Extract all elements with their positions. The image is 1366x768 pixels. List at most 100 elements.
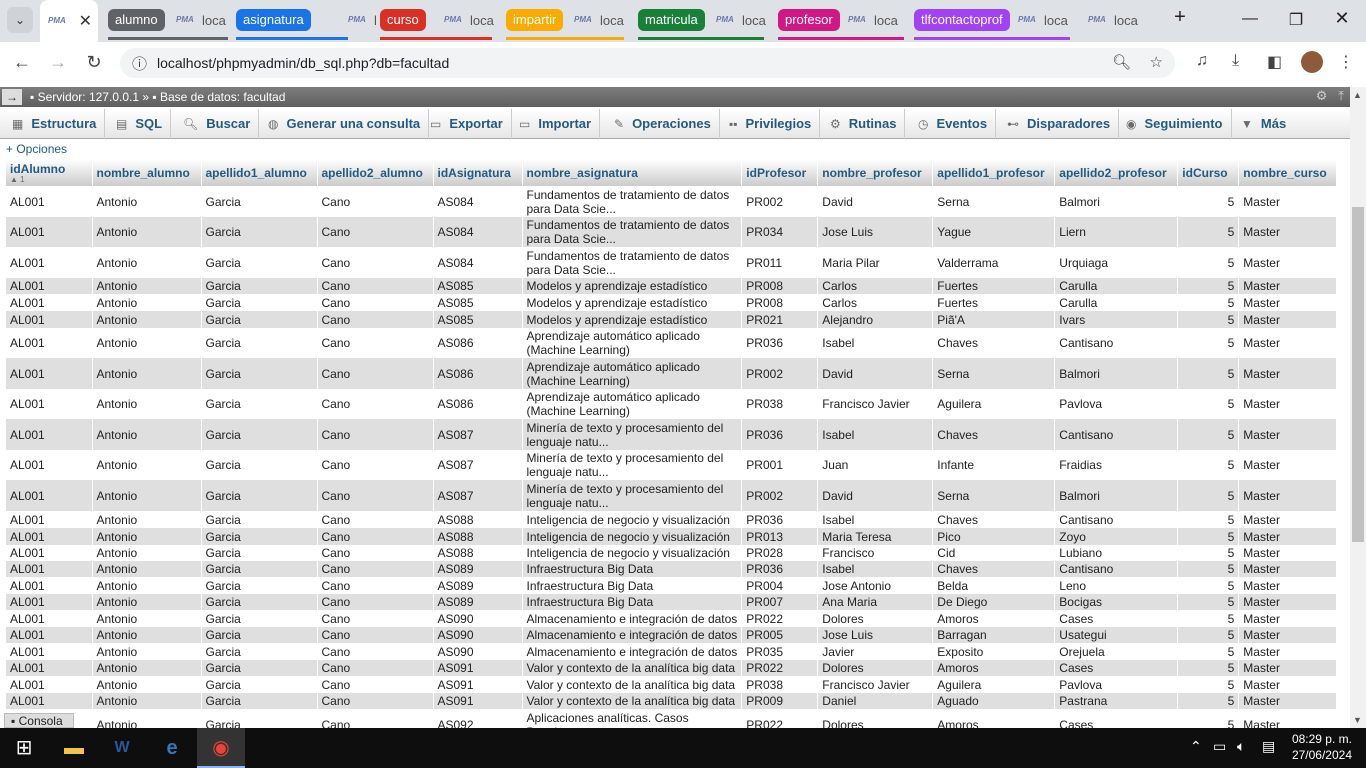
column-header-idprofesor[interactable]: idProfesor bbox=[741, 159, 819, 186]
close-tab-icon[interactable]: ✕ bbox=[79, 11, 92, 31]
forward-button[interactable]: → bbox=[47, 52, 69, 73]
scroll-thumb[interactable] bbox=[1352, 207, 1364, 542]
tab-group-label[interactable]: asignatura bbox=[236, 9, 311, 31]
tab[interactable]: PMA loca bbox=[168, 0, 228, 40]
menu-seguimiento[interactable]: ◉ Seguimiento bbox=[1126, 109, 1232, 139]
edge-icon[interactable]: e bbox=[148, 728, 196, 768]
tab-group-label[interactable]: alumno bbox=[108, 9, 165, 31]
tab-active[interactable]: PMA ✕ bbox=[40, 0, 98, 42]
menu-rutinas[interactable]: ⚙ Rutinas bbox=[830, 109, 906, 139]
table-row[interactable]: AL001 Antonio Garcia Cano AS087 Minería de te… bbox=[6, 480, 1338, 511]
scroll-up-icon[interactable]: ▲ bbox=[1353, 90, 1362, 100]
menu-disparadores[interactable]: ⊷ Disparadores bbox=[1007, 109, 1120, 139]
menu-importar[interactable]: ▭ Importar bbox=[519, 109, 601, 139]
tab[interactable]: PMA loca bbox=[566, 0, 630, 40]
table-row[interactable]: AL001 Antonio Garcia Cano AS088 Inteligencia … bbox=[6, 511, 1338, 528]
table-row[interactable]: AL001 Antonio Garcia Cano AS084 Fundamentos d… bbox=[6, 217, 1338, 247]
console-toggle[interactable]: ▪ Consola bbox=[4, 713, 74, 728]
table-row[interactable]: AL001 Antonio Garcia Cano AS084 Fundamentos d… bbox=[6, 186, 1338, 217]
menu-sql[interactable]: ▤ SQL bbox=[116, 109, 172, 139]
table-row[interactable]: AL001 Antonio Garcia Cano AS091 Valor y conte… bbox=[6, 660, 1338, 676]
table-row[interactable]: AL001 Antonio Garcia Cano AS086 Aprendizaje a… bbox=[6, 328, 1338, 358]
table-row[interactable]: AL001 Antonio Garcia Cano AS085 Modelos y apr… bbox=[6, 311, 1338, 328]
table-row[interactable]: AL001 Antonio Garcia Cano AS085 Modelos y apr… bbox=[6, 278, 1338, 294]
windows-start-icon[interactable]: ⊞ bbox=[0, 728, 48, 768]
zoom-icon[interactable]: 🔍︎ bbox=[1112, 53, 1131, 71]
table-row[interactable]: AL001 Antonio Garcia Cano AS086 Aprendizaje a… bbox=[6, 358, 1338, 389]
table-row[interactable]: AL001 Antonio Garcia Cano AS088 Inteligencia … bbox=[6, 528, 1338, 545]
tab[interactable]: PMA loca bbox=[340, 0, 376, 40]
network-icon[interactable]: ▭ bbox=[1213, 738, 1226, 755]
tab[interactable]: PMA loca bbox=[436, 0, 498, 40]
column-header-idalumno[interactable]: idAlumno ▲ 1 bbox=[6, 159, 93, 186]
side-panel-icon[interactable]: ◧ bbox=[1267, 52, 1282, 72]
table-row[interactable]: AL001 Antonio Garcia Cano AS090 Almacenamient… bbox=[6, 610, 1338, 627]
options-link[interactable]: + Opciones bbox=[6, 142, 67, 156]
table-row[interactable]: AL001 Antonio Garcia Cano AS090 Almacenamient… bbox=[6, 627, 1338, 643]
tab[interactable]: PMA loca bbox=[708, 0, 772, 40]
table-row[interactable]: AL001 Antonio Garcia Cano AS087 Minería de te… bbox=[6, 419, 1338, 450]
column-header-idasignatura[interactable]: idAsignatura bbox=[433, 159, 523, 186]
table-row[interactable]: AL001AntonioGarciaCanoAS092Aplicaciones … bbox=[6, 709, 1338, 728]
tab-group-label[interactable]: curso bbox=[380, 9, 426, 31]
table-row[interactable]: AL001 Antonio Garcia Cano AS091 Valor y conte… bbox=[6, 693, 1338, 709]
table-row[interactable]: AL001 Antonio Garcia Cano AS084 Fundamentos d… bbox=[6, 247, 1338, 278]
maximize-button[interactable]: ❐ bbox=[1276, 10, 1316, 30]
show-hidden-icons-icon[interactable]: ⌃ bbox=[1190, 738, 1202, 755]
column-header-apellido1-alumno[interactable]: apellido1_alumno bbox=[201, 159, 318, 186]
collapse-top-icon[interactable]: ⤒ bbox=[1338, 88, 1344, 103]
notifications-icon[interactable]: ▤ bbox=[1262, 738, 1275, 755]
collapse-navigation-icon[interactable]: → bbox=[2, 89, 22, 105]
breadcrumb-server[interactable]: Servidor: 127.0.0.1 » bbox=[38, 90, 149, 104]
tab[interactable]: PMA loca bbox=[840, 0, 904, 40]
tab-group-label[interactable]: profesor bbox=[778, 9, 840, 31]
column-header-apellido1-profesor[interactable]: apellido1_profesor bbox=[932, 159, 1056, 186]
file-explorer-icon[interactable]: ▬ bbox=[50, 728, 98, 768]
chrome-menu-icon[interactable]: ⋮ bbox=[1338, 52, 1354, 72]
url-text[interactable]: localhost/phpmyadmin/db_sql.php?db=facul… bbox=[157, 55, 449, 71]
minimize-button[interactable]: — bbox=[1230, 10, 1270, 28]
column-header-apellido2-profesor[interactable]: apellido2_profesor bbox=[1054, 159, 1179, 186]
tab[interactable]: PMA loca bbox=[1080, 0, 1142, 40]
menu-generar-una-consulta[interactable]: ◍ Generar una consulta bbox=[268, 109, 430, 139]
menu-operaciones[interactable]: ✎ Operaciones bbox=[614, 109, 720, 139]
tab-group-label[interactable]: matricula bbox=[638, 9, 705, 31]
menu-privilegios[interactable]: ▪▪ Privilegios bbox=[729, 109, 821, 139]
menu-eventos[interactable]: ◷ Eventos bbox=[918, 109, 997, 139]
scroll-down-icon[interactable]: ▼ bbox=[1353, 715, 1362, 725]
table-row[interactable]: AL001 Antonio Garcia Cano AS086 Aprendizaje a… bbox=[6, 389, 1338, 419]
media-controls-icon[interactable]: ♫ bbox=[1196, 52, 1208, 70]
close-window-button[interactable]: ✕ bbox=[1322, 8, 1362, 29]
menu-estructura[interactable]: ▦ Estructura bbox=[12, 109, 106, 139]
table-row[interactable]: AL001 Antonio Garcia Cano AS089 Infraestructu… bbox=[6, 594, 1338, 610]
back-button[interactable]: ← bbox=[11, 52, 33, 73]
table-row[interactable]: AL001 Antonio Garcia Cano AS090 Almacenamient… bbox=[6, 643, 1338, 660]
menu-buscar[interactable]: 🔍︎ Buscar bbox=[183, 109, 260, 139]
settings-gear-icon[interactable]: ⚙ bbox=[1316, 88, 1328, 103]
word-icon[interactable]: W bbox=[98, 728, 146, 768]
table-row[interactable]: AL001 Antonio Garcia Cano AS089 Infraestructu… bbox=[6, 577, 1338, 594]
address-bar[interactable]: ⓘ localhost/phpmyadmin/db_sql.php?db=fac… bbox=[120, 48, 1175, 78]
new-tab-button[interactable]: + bbox=[1160, 6, 1200, 29]
downloads-icon[interactable]: ⤓ bbox=[1232, 52, 1239, 70]
tab-search-button[interactable]: ⌄ bbox=[7, 7, 33, 33]
column-header-apellido2-alumno[interactable]: apellido2_alumno bbox=[317, 159, 434, 186]
column-header-idcurso[interactable]: idCurso bbox=[1177, 159, 1240, 186]
page-scrollbar[interactable]: ▲ ▼ bbox=[1350, 87, 1366, 728]
table-row[interactable]: AL001 Antonio Garcia Cano AS091 Valor y conte… bbox=[6, 676, 1338, 693]
column-header-nombre-asignatura[interactable]: nombre_asignatura bbox=[522, 159, 743, 186]
column-header-nombre-alumno[interactable]: nombre_alumno bbox=[92, 159, 202, 186]
bookmark-star-icon[interactable]: ☆ bbox=[1150, 53, 1163, 71]
column-header-nombre-curso[interactable]: nombre_curso bbox=[1238, 159, 1338, 186]
table-row[interactable]: AL001 Antonio Garcia Cano AS089 Infraestructu… bbox=[6, 561, 1338, 577]
tab-group-label[interactable]: impartir bbox=[506, 9, 564, 31]
tab[interactable]: PMA loca bbox=[1010, 0, 1072, 40]
reload-button[interactable]: ↻ bbox=[83, 52, 105, 73]
tab-group-label[interactable]: tlfcontactoprof bbox=[914, 9, 1010, 31]
breadcrumb-database[interactable]: Base de datos: facultad bbox=[160, 90, 285, 104]
site-info-icon[interactable]: ⓘ bbox=[132, 53, 147, 74]
column-header-nombre-profesor[interactable]: nombre_profesor bbox=[817, 159, 934, 186]
menu-m-s[interactable]: ▼ Más bbox=[1241, 109, 1294, 139]
system-clock[interactable]: 08:29 p. m. 27/06/2024 bbox=[1292, 731, 1352, 763]
chrome-icon[interactable]: ◉ bbox=[197, 728, 245, 768]
